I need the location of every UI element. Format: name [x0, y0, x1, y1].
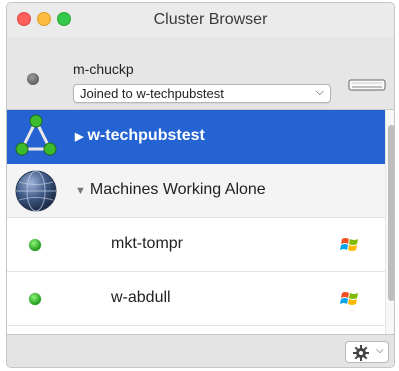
scrollbar[interactable] [385, 110, 394, 334]
windows-logo-icon [340, 292, 358, 305]
cluster-browser-window: Cluster Browser m-chuckp Joined to w-tec… [6, 2, 395, 368]
list-item-group[interactable]: ▼ Machines Working Alone [7, 164, 385, 218]
group-row-label: ▼ Machines Working Alone [75, 181, 266, 198]
online-status-icon [29, 239, 41, 251]
list-item-cluster[interactable]: ▶ w-techpubstest [7, 110, 385, 164]
action-menu-button[interactable]: ⌵ [345, 341, 389, 363]
computer-header: m-chuckp Joined to w-techpubstest ⌵ [7, 37, 394, 110]
chevron-down-icon: ⌵ [376, 345, 384, 356]
list-item-machine[interactable]: mkt-tompr [7, 218, 385, 272]
list-item-machine[interactable]: w-abdull [7, 272, 385, 326]
chevron-down-icon: ⌵ [315, 86, 324, 98]
machine-name: w-abdull [111, 289, 171, 306]
computer-name: m-chuckp [73, 61, 134, 77]
gear-icon [353, 345, 369, 361]
online-status-icon [29, 293, 41, 305]
machine-name: mkt-tompr [111, 235, 183, 252]
cluster-row-label: ▶ w-techpubstest [75, 127, 205, 144]
footer-bar: ⌵ [7, 334, 394, 367]
window-title: Cluster Browser [153, 11, 268, 28]
windows-logo-icon [340, 238, 358, 251]
disclosure-triangle-expanded-icon[interactable]: ▼ [75, 185, 86, 197]
network-triangle-icon [15, 114, 57, 156]
disclosure-triangle-collapsed-icon[interactable]: ▶ [75, 131, 83, 143]
cluster-list[interactable]: ▶ w-techpubstest ▼ Machines Working Alon… [7, 110, 385, 334]
drive-icon[interactable] [348, 79, 386, 91]
scrollbar-thumb[interactable] [388, 125, 394, 301]
offline-status-icon [27, 73, 39, 85]
title-bar[interactable]: Cluster Browser [7, 3, 394, 37]
cluster-select[interactable]: Joined to w-techpubstest ⌵ [73, 84, 331, 103]
cluster-select-value: Joined to w-techpubstest [80, 86, 224, 101]
globe-icon [15, 170, 57, 212]
